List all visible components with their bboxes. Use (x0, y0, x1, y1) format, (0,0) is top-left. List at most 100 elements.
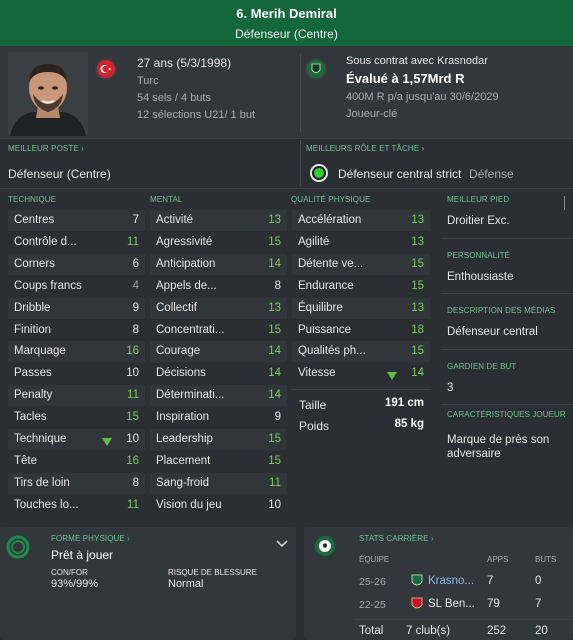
attribute-value: 16 (126, 454, 139, 467)
attribute-label: Équilibre (298, 301, 343, 314)
improvement-arrow-icon (386, 368, 398, 389)
col-team-header: ÉQUIPE (359, 555, 390, 564)
contract-club: Sous contrat avec Krasnodar (346, 55, 488, 67)
attribute-row: Appels de... 8 (150, 276, 287, 297)
personality-value: Enthousiaste (447, 271, 514, 283)
best-position-header[interactable]: MEILLEUR POSTE › (8, 144, 84, 153)
career-row-goals: 7 (535, 598, 542, 610)
attribute-row: Vitesse 14 (292, 363, 430, 384)
goalkeeper-value: 3 (447, 382, 454, 394)
attribute-label: Tirs de loin (14, 476, 70, 489)
fitness-panel: FORME PHYSIQUE › Prêt à jouer CON/FOR 93… (0, 527, 296, 640)
attribute-row: Détente ve... 15 (292, 253, 430, 275)
attribute-label: Dribble (14, 301, 51, 314)
attribute-value: 11 (127, 235, 139, 248)
weight-value: 85 kg (394, 418, 424, 430)
attribute-value: 14 (411, 367, 424, 380)
attribute-row: Tirs de loin 8 (8, 472, 145, 494)
attribute-value: 15 (268, 235, 281, 248)
attribute-value: 9 (274, 411, 281, 424)
attribute-label: Appels de... (156, 279, 217, 292)
career-row-team[interactable]: SL Ben... (428, 598, 475, 610)
best-role-duty: Défense (469, 167, 514, 181)
attribute-value: 14 (268, 345, 281, 358)
attribute-value: 6 (132, 257, 139, 270)
attribute-row: Collectif 13 (150, 297, 287, 319)
career-stats-header[interactable]: STATS CARRIÈRE › (359, 534, 434, 543)
attribute-row: Centres 7 (8, 210, 145, 231)
attribute-value: 14 (268, 257, 281, 270)
collapse-arrow-icon[interactable] (564, 196, 573, 210)
col-goals-header: BUTS (535, 555, 557, 564)
attribute-label: Détente ve... (298, 257, 364, 270)
attribute-label: Qualités ph... (298, 345, 366, 358)
attribute-label: Vitesse (298, 367, 336, 380)
attribute-label: Contrôle d... (14, 235, 77, 248)
career-total-goals: 20 (535, 625, 548, 637)
preferred-foot-header: MEILLEUR PIED (447, 195, 510, 204)
attribute-row: Technique 10 (8, 429, 145, 450)
condition-header: CON/FOR (51, 568, 88, 577)
attribute-value: 13 (411, 301, 424, 314)
attribute-label: Tacles (14, 411, 47, 424)
attribute-label: Puissance (298, 323, 352, 336)
divider (0, 188, 573, 189)
attribute-row: Coups francs 4 (8, 276, 145, 297)
divider (441, 238, 573, 239)
player-overview: 27 ans (5/3/1998) Turc 54 sels / 4 buts … (0, 46, 573, 138)
attribute-row: Sang-froid 11 (150, 472, 287, 494)
attribute-label: Touches lo... (14, 498, 79, 511)
attribute-label: Finition (14, 323, 52, 336)
attribute-row: Penalty 11 (8, 385, 145, 407)
player-value: Évalué à 1,57Mrd R (346, 71, 465, 86)
attribute-label: Technique (14, 433, 67, 445)
attribute-label: Collectif (156, 301, 197, 314)
attribute-row: Agilité 13 (292, 232, 430, 253)
attribute-label: Activité (156, 214, 194, 226)
attribute-value: 18 (411, 323, 424, 336)
squad-status: Joueur-clé (346, 108, 398, 120)
contract-wage: 400M R p/a jusqu'au 30/6/2029 (346, 91, 499, 103)
player-name: 6. Merih Demiral (236, 6, 337, 21)
attribute-label: Décisions (156, 367, 206, 380)
chevron-down-icon[interactable] (276, 537, 288, 551)
attribute-label: Centres (14, 214, 55, 226)
divider (441, 293, 573, 294)
attribute-value: 11 (127, 389, 139, 402)
attribute-label: Agilité (298, 235, 330, 248)
goalkeeper-header: GARDIEN DE BUT (447, 362, 517, 371)
divider (291, 389, 431, 390)
weight-label: Poids (299, 419, 330, 433)
height-value: 191 cm (384, 397, 424, 409)
attribute-row: Anticipation 14 (150, 253, 287, 275)
attribute-label: Passes (14, 367, 52, 380)
best-role-header[interactable]: MEILLEURS RÔLE ET TÂCHE › (306, 144, 424, 153)
attribute-value: 15 (268, 454, 281, 467)
attribute-label: Placement (156, 454, 211, 467)
attribute-row: Équilibre 13 (292, 297, 430, 319)
attribute-value: 13 (268, 301, 281, 314)
physical-header: QUALITÉ PHYSIQUE (291, 195, 371, 204)
attribute-value: 9 (132, 301, 139, 314)
attribute-label: Accélération (298, 214, 362, 226)
career-row-apps: 7 (487, 575, 494, 587)
preferred-foot-value: Droitier Exc. (447, 215, 510, 227)
club-badge-icon (410, 597, 424, 614)
player-traits-header: CARACTÉRISTIQUES JOUEUR (447, 410, 566, 419)
best-position-value: Défenseur (Centre) (8, 167, 111, 181)
attribute-label: Vision du jeu (156, 498, 222, 511)
attribute-row: Qualités ph... 15 (292, 341, 430, 363)
attribute-row: Finition 8 (8, 320, 145, 341)
football-icon (314, 535, 336, 560)
attribute-row: Déterminati... 14 (150, 385, 287, 407)
condition-value: 93%/99% (51, 578, 99, 590)
attribute-label: Courage (156, 345, 201, 358)
attribute-value: 13 (411, 235, 424, 248)
fitness-header[interactable]: FORME PHYSIQUE › (51, 534, 130, 543)
career-total-clubs: 7 club(s) (406, 625, 451, 637)
player-photo (8, 52, 88, 136)
attribute-value: 15 (268, 323, 281, 336)
career-row-team[interactable]: Krasno... (428, 575, 474, 587)
attribute-value: 8 (132, 323, 139, 336)
career-total-label: Total (359, 625, 384, 637)
